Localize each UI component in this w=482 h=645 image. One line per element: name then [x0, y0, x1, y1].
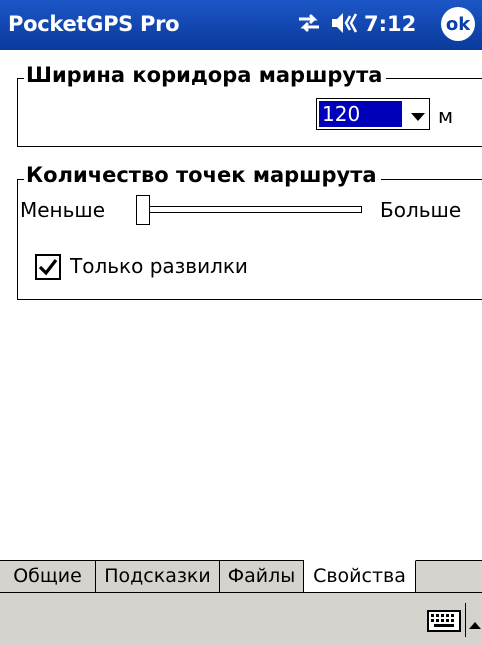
slider-min-label: Меньше [20, 198, 106, 222]
points-slider-thumb[interactable] [136, 195, 150, 225]
sip-arrow-up-icon[interactable] [469, 615, 481, 634]
connectivity-icon[interactable] [296, 10, 322, 40]
command-bar [0, 592, 482, 645]
corridor-width-title: Ширина коридора маршрута [24, 63, 387, 87]
clock[interactable]: 7:12 [364, 12, 416, 36]
chevron-down-icon[interactable] [410, 108, 426, 127]
points-slider-track[interactable] [136, 206, 362, 213]
route-points-title: Количество точек маршрута [24, 163, 381, 187]
tab-bar: Общие Подсказки Файлы Свойства [0, 560, 482, 593]
slider-max-label: Больше [380, 198, 462, 222]
forks-only-checkbox[interactable] [35, 254, 61, 280]
tab-files[interactable]: Файлы [220, 561, 304, 592]
app-title: PocketGPS Pro [8, 12, 180, 36]
divider [465, 603, 466, 637]
tab-hints[interactable]: Подсказки [96, 561, 220, 592]
corridor-width-unit: м [438, 104, 454, 128]
corridor-width-select[interactable]: 120 [316, 98, 430, 130]
title-bar: PocketGPS Pro 7:12 ok [0, 0, 482, 50]
ok-button[interactable]: ok [441, 7, 475, 41]
tab-general[interactable]: Общие [0, 561, 96, 592]
corridor-width-value: 120 [319, 101, 402, 127]
keyboard-icon[interactable] [427, 610, 461, 636]
forks-only-label[interactable]: Только развилки [70, 254, 248, 278]
tab-properties[interactable]: Свойства [304, 560, 416, 593]
speaker-icon[interactable] [330, 10, 360, 40]
